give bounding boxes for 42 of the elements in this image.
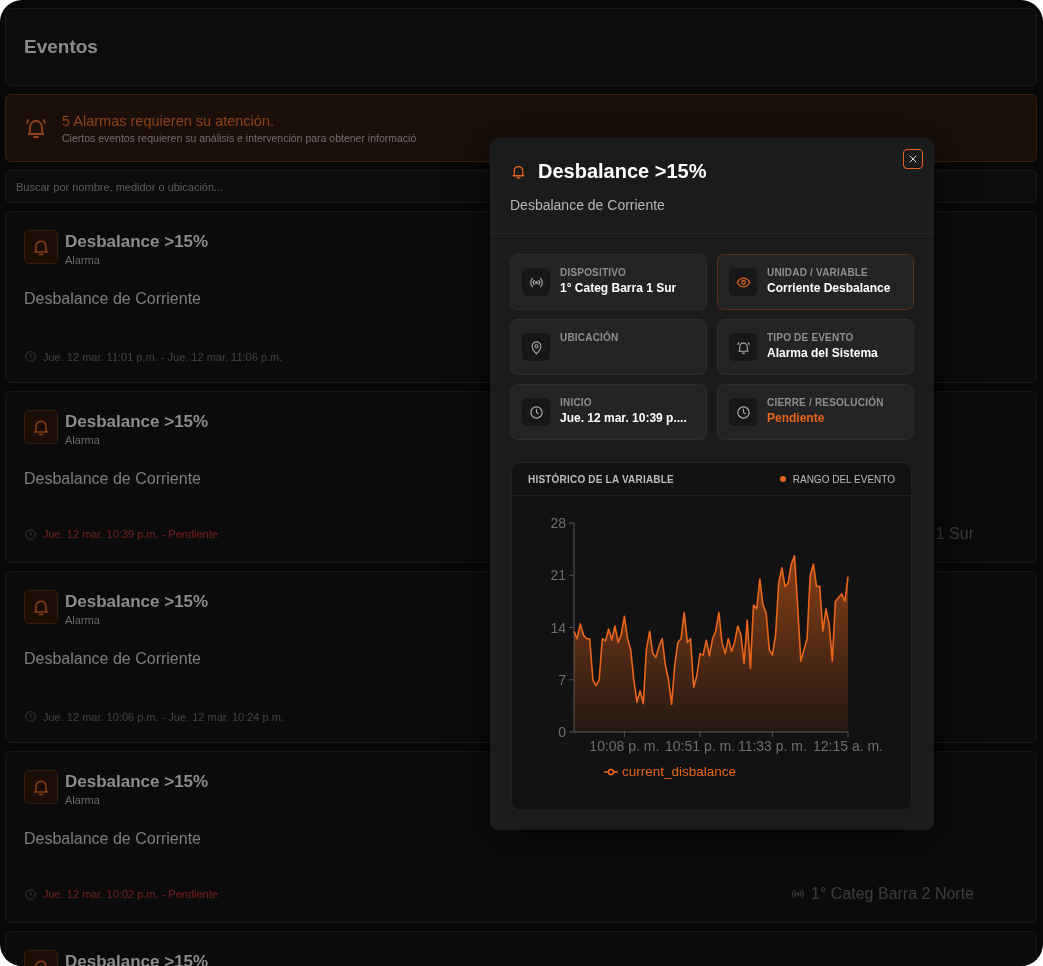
event-time: Jue. 12 mar. 10:39 p.m. - Pendiente bbox=[43, 528, 218, 540]
detail-value: Jue. 12 mar. 10:39 p.... bbox=[560, 411, 687, 425]
dialog-title: Desbalance >15% bbox=[538, 160, 707, 183]
detail-label: INICIO bbox=[560, 397, 593, 408]
event-type: Alarma bbox=[65, 254, 101, 266]
history-title: HISTÓRICO DE LA VARIABLE bbox=[528, 473, 674, 485]
event-description: Desbalance de Corriente bbox=[24, 290, 201, 308]
dialog-subtitle: Desbalance de Corriente bbox=[510, 197, 666, 213]
detail-label: DISPOSITIVO bbox=[560, 267, 628, 278]
y-tick-label: 0 bbox=[558, 724, 566, 740]
detail-value: Alarma del Sistema bbox=[767, 346, 878, 360]
detail-value: 1° Categ Barra 1 Sur bbox=[560, 281, 677, 295]
event-description: Desbalance de Corriente bbox=[24, 650, 201, 668]
x-tick-label: 11:33 p. m. bbox=[737, 738, 807, 754]
event-title: Desbalance >15% bbox=[65, 772, 209, 792]
detail-label: TIPO DE EVENTO bbox=[767, 332, 855, 343]
event-description: Desbalance de Corriente bbox=[24, 830, 201, 848]
detail-label: UBICACIÓN bbox=[560, 332, 619, 343]
legend-label: current_disbalance bbox=[622, 764, 737, 779]
x-tick-label: 10:51 p. m. bbox=[664, 738, 735, 754]
detail-label: UNIDAD / VARIABLE bbox=[767, 267, 869, 278]
alert-title: 5 Alarmas requieren su atención. bbox=[62, 112, 275, 129]
y-tick-label: 28 bbox=[550, 515, 566, 531]
event-type: Alarma bbox=[65, 794, 101, 806]
y-tick-label: 21 bbox=[550, 567, 566, 584]
event-time: Jue. 12 mar. 10:02 p.m. - Pendiente bbox=[43, 888, 218, 900]
detail-value: Corriente Desbalance bbox=[767, 281, 891, 295]
detail-value: Pendiente bbox=[767, 411, 826, 425]
legend-label: RANGO DEL EVENTO bbox=[792, 473, 895, 485]
event-type: Alarma bbox=[65, 434, 101, 446]
x-tick-label: 12:15 a. m. bbox=[813, 738, 883, 754]
detail-label: CIERRE / RESOLUCIÓN bbox=[767, 397, 884, 408]
alert-message: Ciertos eventos requieren su análisis e intervención para obtener informació bbox=[62, 131, 417, 144]
event-description: Desbalance de Corriente bbox=[24, 470, 201, 488]
event-type: Alarma bbox=[65, 614, 101, 626]
y-tick-label: 7 bbox=[558, 671, 566, 688]
event-title: Desbalance >15% bbox=[65, 412, 209, 432]
y-tick-label: 14 bbox=[550, 619, 566, 636]
page-title: Eventos bbox=[24, 36, 98, 58]
event-title: Desbalance >15% bbox=[65, 232, 209, 252]
x-tick-label: 10:08 p. m. bbox=[589, 738, 660, 754]
event-title: Desbalance >15% bbox=[65, 592, 209, 612]
